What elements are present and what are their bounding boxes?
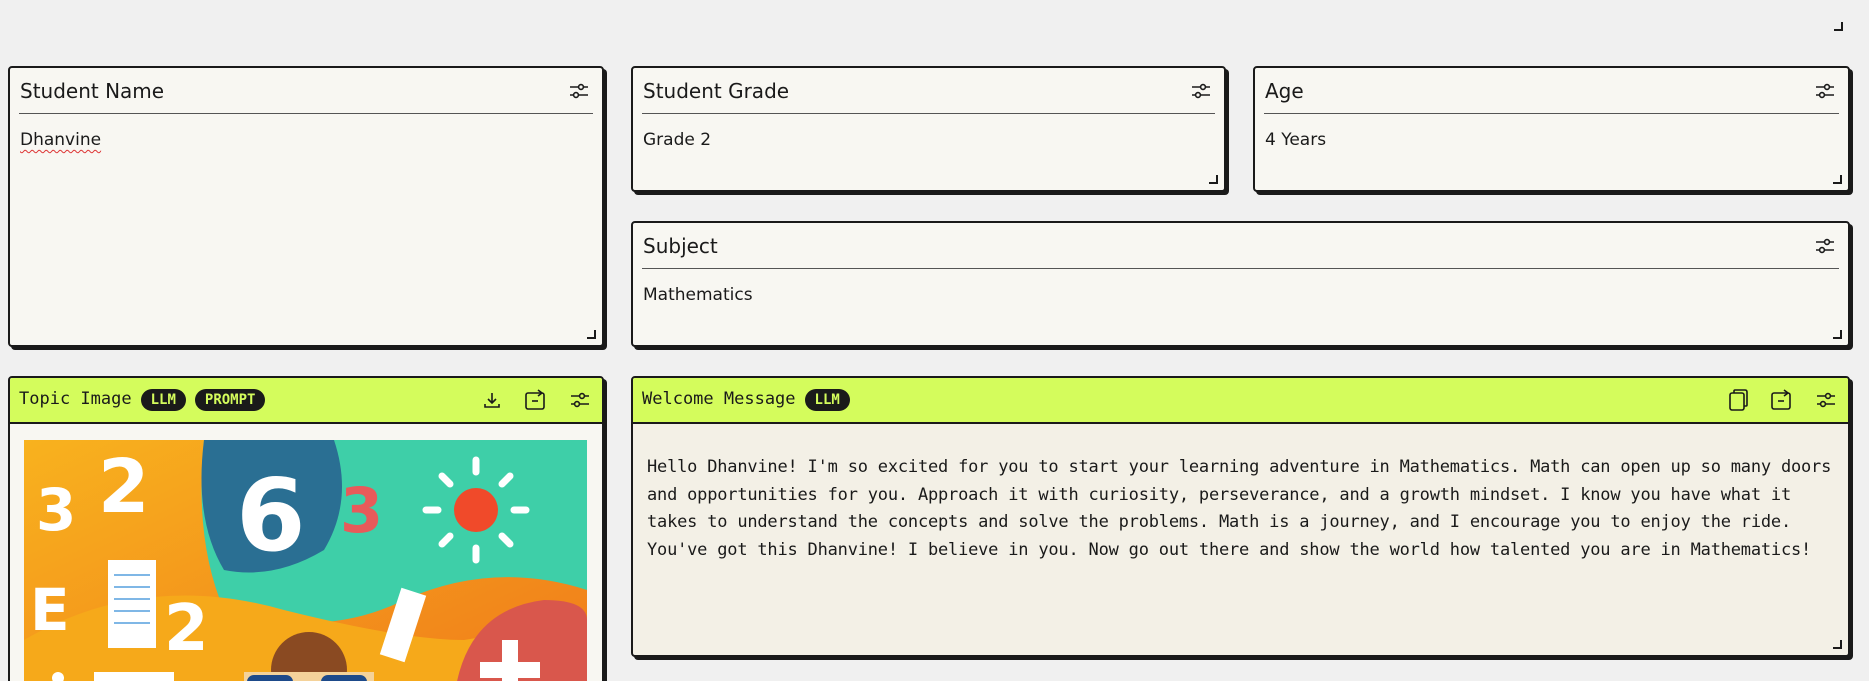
settings-sliders-icon[interactable] <box>567 387 593 413</box>
student-name-value: Dhanvine <box>20 130 102 150</box>
student-grade-field[interactable]: Grade 2 <box>633 114 1224 166</box>
prompt-badge: PROMPT <box>194 389 266 411</box>
resize-handle-icon[interactable] <box>1834 22 1843 31</box>
settings-sliders-icon[interactable] <box>1188 78 1214 104</box>
svg-text:E: E <box>30 576 70 644</box>
student-name-field[interactable]: Dhanvine <box>10 114 602 166</box>
svg-text:3: 3 <box>36 476 76 544</box>
settings-sliders-icon[interactable] <box>566 78 592 104</box>
card-title: Welcome Message <box>642 389 796 409</box>
llm-badge: LLM <box>140 389 186 411</box>
resize-handle-icon[interactable] <box>1209 175 1218 184</box>
card-header: Age <box>1264 68 1839 114</box>
card-title: Subject <box>643 233 718 258</box>
resize-handle-icon[interactable] <box>1833 330 1842 339</box>
card-title: Student Name <box>20 78 165 103</box>
card-header: Subject <box>642 223 1839 269</box>
card-header: Topic Image LLM PROMPT <box>10 378 602 424</box>
card-header: Welcome Message LLM <box>633 378 1848 424</box>
age-card: Age 4 Years <box>1253 66 1850 192</box>
card-actions <box>1725 387 1839 413</box>
card-header: Student Grade <box>642 68 1215 114</box>
card-title: Student Grade <box>643 78 790 103</box>
topic-image-card: Topic Image LLM PROMPT 3 2 6 3 E 2 <box>8 376 604 681</box>
settings-sliders-icon[interactable] <box>1812 233 1838 259</box>
welcome-message-card: Welcome Message LLM Hello Dhanvine! I'm s… <box>631 376 1850 657</box>
llm-badge: LLM <box>804 389 850 411</box>
age-field[interactable]: 4 Years <box>1255 114 1848 166</box>
card-header: Student Name <box>19 68 593 114</box>
download-icon[interactable] <box>479 387 505 413</box>
resize-handle-icon[interactable] <box>1833 175 1842 184</box>
card-actions <box>479 387 593 413</box>
card-title-group: Welcome Message LLM <box>642 389 850 411</box>
copy-icon[interactable] <box>1725 387 1751 413</box>
settings-sliders-icon[interactable] <box>1812 78 1838 104</box>
svg-text:6: 6 <box>236 457 306 574</box>
share-icon[interactable] <box>1769 387 1795 413</box>
share-icon[interactable] <box>523 387 549 413</box>
card-title-group: Topic Image LLM PROMPT <box>19 389 266 411</box>
student-grade-card: Student Grade Grade 2 <box>631 66 1226 192</box>
resize-handle-icon[interactable] <box>1833 640 1842 649</box>
svg-text:3: 3 <box>340 474 383 547</box>
canvas: Student Name Dhanvine Student Grade Grad… <box>0 0 1869 681</box>
topic-image: 3 2 6 3 E 2 <box>24 440 587 681</box>
subject-card: Subject Mathematics <box>631 221 1850 347</box>
student-name-card: Student Name Dhanvine <box>8 66 604 347</box>
svg-text:2: 2 <box>98 444 150 530</box>
svg-text:2: 2 <box>164 592 209 666</box>
welcome-message-text[interactable]: Hello Dhanvine! I'm so excited for you t… <box>633 424 1848 564</box>
card-title: Topic Image <box>19 389 132 409</box>
resize-handle-icon[interactable] <box>587 330 596 339</box>
card-title: Age <box>1265 78 1304 103</box>
settings-sliders-icon[interactable] <box>1813 387 1839 413</box>
subject-field[interactable]: Mathematics <box>633 269 1848 321</box>
